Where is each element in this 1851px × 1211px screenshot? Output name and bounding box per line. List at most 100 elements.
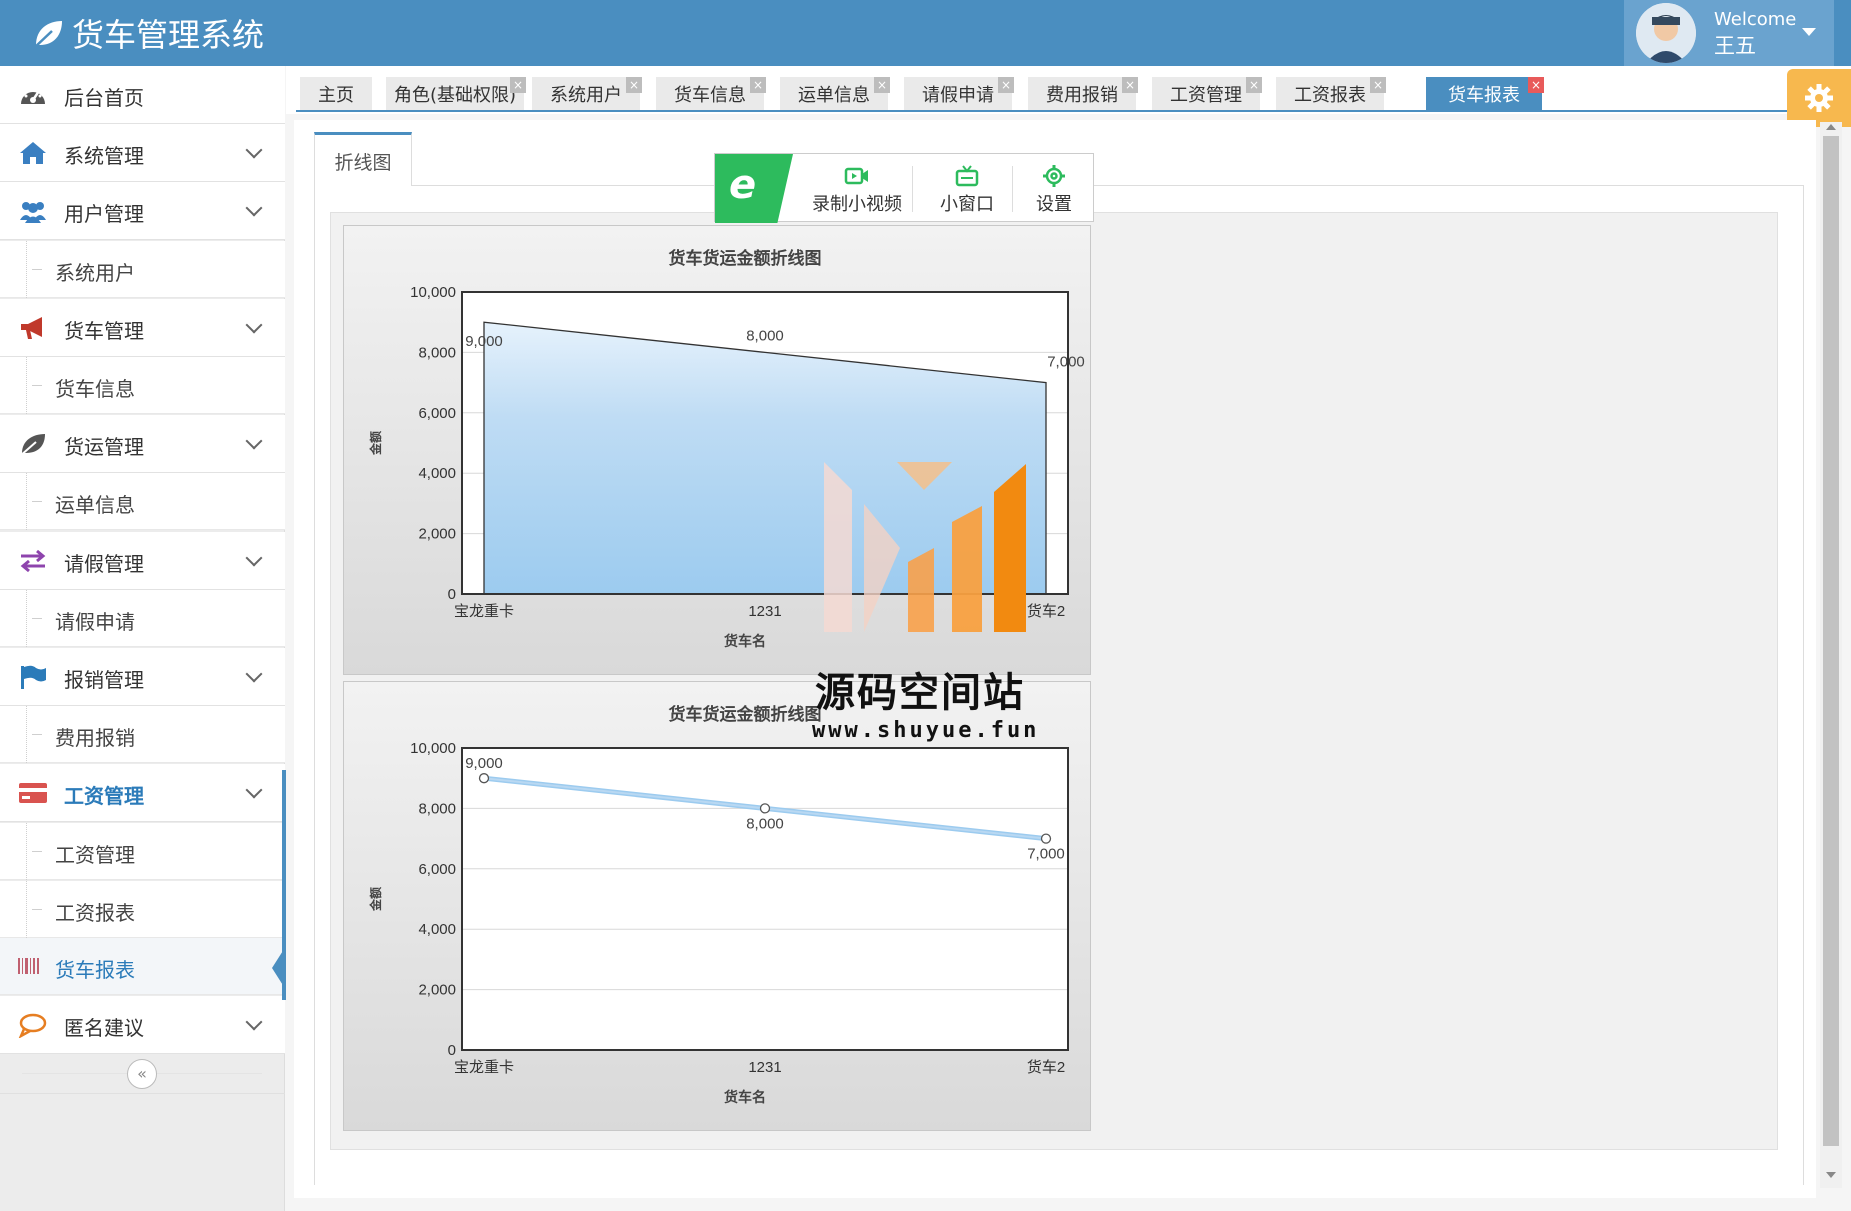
sidebar-subitem-waybill-info[interactable]: 运单信息: [0, 473, 285, 530]
top-header: 货车管理系统 Welcome 王五: [0, 0, 1851, 66]
line-chart-svg: 0 2,000 4,000 6,000 8,000 10,000 货车货运金额折线图金额货车…: [368, 704, 1069, 1105]
close-icon[interactable]: ×: [510, 77, 526, 93]
plot-area: [462, 748, 1068, 1050]
sidebar-item-leave-management[interactable]: 请假管理: [0, 532, 285, 590]
tree-tick: [32, 501, 42, 502]
y-axis-label: 金额: [368, 431, 383, 456]
collapse-sidebar-button[interactable]: «: [127, 1059, 157, 1089]
sidebar-subitem-system-users[interactable]: 系统用户: [0, 241, 285, 298]
credit-card-icon: [19, 783, 47, 803]
chevron-down-icon: [245, 199, 263, 217]
sidebar-item-anonymous-suggestion[interactable]: 匿名建议: [0, 996, 285, 1054]
scroll-up-icon[interactable]: [1826, 124, 1836, 130]
mini-window-button[interactable]: 小窗口: [923, 154, 1011, 223]
tab-salary-report[interactable]: 工资报表 ×: [1276, 77, 1386, 110]
sidebar-subitem-expense[interactable]: 费用报销: [0, 706, 285, 763]
tab-waybill-info[interactable]: 运单信息 ×: [780, 77, 890, 110]
sidebar-item-label: 运单信息: [55, 493, 135, 517]
tv-icon: [955, 165, 979, 187]
tab-truck-report[interactable]: 货车报表 ×: [1426, 77, 1544, 110]
line-chart: 0 2,000 4,000 6,000 8,000 10,000 货车货运金额折线图 金额 货车…: [343, 681, 1091, 1131]
chevron-down-icon: [245, 141, 263, 159]
welcome-text: Welcome: [1714, 9, 1797, 30]
close-icon[interactable]: ×: [1246, 77, 1262, 93]
y-axis-label: 金额: [368, 887, 383, 912]
recorder-toolbar: e 录制小视频 小窗口 设置: [714, 153, 1095, 223]
tab-salary-management[interactable]: 工资管理 ×: [1152, 77, 1262, 110]
users-icon: [20, 202, 46, 223]
sidebar-item-user-management[interactable]: 用户管理: [0, 182, 285, 240]
sidebar: 后台首页 系统管理 用户管理 系统用户 货车管理 货车信息 货运管理 运单信息 …: [0, 66, 285, 1211]
sidebar-item-label: 系统用户: [55, 261, 135, 285]
user-menu[interactable]: Welcome 王五: [1624, 0, 1834, 66]
scroll-thumb[interactable]: [1823, 136, 1839, 1146]
sidebar-item-label: 请假申请: [55, 610, 135, 634]
sidebar-item-reimbursement-management[interactable]: 报销管理: [0, 648, 285, 706]
tab-label: 系统用户: [550, 85, 622, 106]
close-icon[interactable]: ×: [1370, 77, 1386, 93]
sidebar-subitem-truck-report[interactable]: 货车报表: [0, 938, 285, 995]
tree-line: [26, 706, 27, 763]
tab-label: 货车报表: [1448, 85, 1520, 106]
record-video-button[interactable]: 录制小视频: [793, 154, 921, 223]
gear-icon: [1805, 84, 1833, 112]
y-tick-label: 10,000: [410, 740, 456, 757]
tab-roles[interactable]: 角色(基础权限) ×: [386, 77, 526, 110]
tab-home[interactable]: 主页: [300, 77, 372, 110]
close-icon[interactable]: ×: [998, 77, 1014, 93]
username: 王五: [1714, 34, 1756, 58]
sidebar-item-dashboard[interactable]: 后台首页: [0, 66, 285, 124]
scroll-down-icon[interactable]: [1826, 1172, 1836, 1178]
toolbar-settings-button[interactable]: 设置: [1013, 154, 1095, 223]
sidebar-item-label: 报销管理: [64, 668, 144, 692]
y-tick-label: 6,000: [418, 861, 456, 878]
megaphone-icon: [21, 317, 42, 339]
sidebar-item-system-management[interactable]: 系统管理: [0, 124, 285, 182]
tree-tick: [32, 734, 42, 735]
data-label: 9,000: [465, 333, 503, 350]
sidebar-subitem-salary-report[interactable]: 工资报表: [0, 881, 285, 938]
vertical-scrollbar[interactable]: [1820, 122, 1842, 1188]
sidebar-item-truck-management[interactable]: 货车管理: [0, 299, 285, 357]
tab-label: 货车信息: [674, 85, 746, 106]
tab-truck-info[interactable]: 货车信息 ×: [656, 77, 766, 110]
app-title: 货车管理系统: [72, 16, 265, 54]
sidebar-item-salary-management[interactable]: 工资管理: [0, 764, 285, 822]
x-tick-label: 1231: [748, 603, 781, 620]
gear-icon: [1043, 165, 1065, 187]
tab-line-chart[interactable]: 折线图: [314, 132, 412, 186]
data-label: 7,000: [1027, 846, 1065, 863]
tree-line: [26, 241, 27, 298]
chevron-down-icon: [245, 1013, 263, 1031]
tab-expense[interactable]: 费用报销 ×: [1028, 77, 1138, 110]
tab-leave-request[interactable]: 请假申请 ×: [904, 77, 1014, 110]
sidebar-subitem-leave-request[interactable]: 请假申请: [0, 590, 285, 647]
settings-toggle-button[interactable]: [1787, 69, 1851, 127]
close-icon[interactable]: ×: [1528, 77, 1544, 93]
tree-tick: [32, 269, 42, 270]
tab-label: 工资管理: [1170, 85, 1242, 106]
brand: 货车管理系统: [30, 10, 264, 56]
sidebar-collapse-row: «: [0, 1054, 285, 1094]
close-icon[interactable]: ×: [750, 77, 766, 93]
sidebar-subitem-salary[interactable]: 工资管理: [0, 823, 285, 880]
chart-container: 0 2,000 4,000 6,000 8,000 10,000 货车货运金额折线图 金额 货车…: [330, 212, 1778, 1150]
tab-system-users[interactable]: 系统用户 ×: [532, 77, 642, 110]
sidebar-item-freight-management[interactable]: 货运管理: [0, 415, 285, 473]
chevron-down-icon: [245, 665, 263, 683]
avatar[interactable]: [1636, 3, 1696, 63]
sidebar-subitem-truck-info[interactable]: 货车信息: [0, 357, 285, 414]
watermark-logo: [824, 462, 1026, 632]
watermark-url: www.shuyue.fun: [812, 718, 1040, 743]
close-icon[interactable]: ×: [626, 77, 642, 93]
close-icon[interactable]: ×: [874, 77, 890, 93]
close-icon[interactable]: ×: [1122, 77, 1138, 93]
tab-bar: 主页 角色(基础权限) × 系统用户 × 货车信息 × 运单信息 × 请假申请 × 费用报…: [286, 66, 1851, 114]
caret-down-icon[interactable]: [1802, 28, 1816, 36]
x-tick-label: 货车2: [1027, 1059, 1065, 1076]
data-label: 8,000: [746, 815, 784, 832]
y-tick-label: 2,000: [418, 982, 456, 999]
tab-label: 主页: [318, 85, 354, 106]
sidebar-item-label: 货车信息: [55, 377, 135, 401]
chevron-down-icon: [245, 781, 263, 799]
